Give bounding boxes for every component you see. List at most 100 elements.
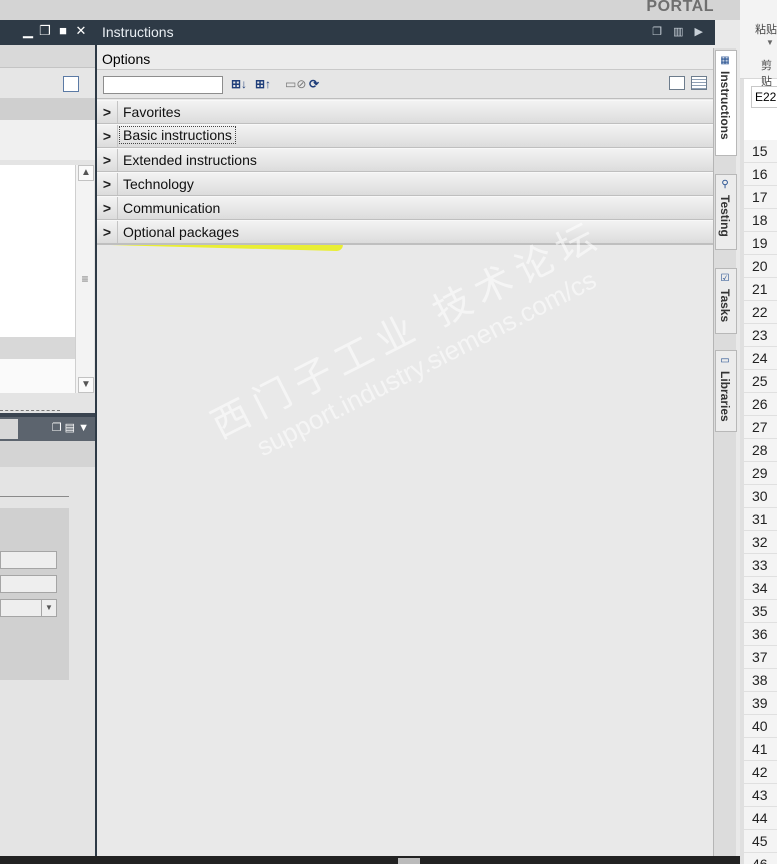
row-number[interactable]: 20 (744, 255, 777, 278)
clipboard-label: 剪贴 (761, 60, 772, 88)
palette-technology[interactable]: > Technology (97, 172, 715, 197)
row-number[interactable]: 18 (744, 209, 777, 232)
search-down-icon[interactable]: ⊞↓ (231, 76, 247, 92)
row-number[interactable]: 45 (744, 830, 777, 853)
row-number[interactable]: 41 (744, 738, 777, 761)
row-number[interactable]: 23 (744, 324, 777, 347)
row-number[interactable]: 36 (744, 623, 777, 646)
name-box[interactable]: E22 (751, 86, 777, 108)
palette-label: Favorites (123, 104, 181, 120)
property-field[interactable] (0, 575, 57, 593)
chevron-right-icon[interactable]: > (97, 125, 118, 147)
bottom-taskbar (0, 856, 740, 864)
portal-label: PORTAL (646, 0, 714, 15)
property-field[interactable] (0, 551, 57, 569)
tab-label: Tasks (718, 289, 732, 323)
row-number[interactable]: 33 (744, 554, 777, 577)
row-number[interactable]: 40 (744, 715, 777, 738)
left-vertical-scrollbar[interactable]: ▲ ≡ ▼ (75, 165, 94, 393)
left-editor-pane: ▁ ❐ ■ ✕ ▲ ≡ ▼ ❐ ▤ ▼ ▼ (0, 20, 95, 856)
row-number[interactable]: 39 (744, 692, 777, 715)
tab-instructions[interactable]: ▦ Instructions (715, 50, 737, 156)
panel-menu-icon[interactable]: ❐ ▤ ▼ (52, 421, 89, 434)
row-number[interactable]: 42 (744, 761, 777, 784)
left-toolbar-row (0, 45, 95, 68)
row-number[interactable]: 34 (744, 577, 777, 600)
instructions-icon: ▦ (720, 55, 730, 66)
chevron-down-icon[interactable]: ▼ (41, 600, 56, 616)
row-number[interactable]: 26 (744, 393, 777, 416)
portal-header-strip: PORTAL (0, 0, 740, 20)
filter-icon[interactable]: ▭⊘ (285, 76, 306, 92)
task-card-tabs: ▦ Instructions ⚲ Testing ☑ Tasks ▭ Libra… (713, 48, 737, 856)
instructions-toolbar: ⊞↓ ⊞↑ ▭⊘ ⟳ (97, 70, 715, 99)
palette-communication[interactable]: > Communication (97, 196, 715, 221)
row-number[interactable]: 21 (744, 278, 777, 301)
panel-controls-icon[interactable]: ❐ ▥ ▶ (652, 25, 707, 38)
row-number[interactable]: 46 (744, 853, 777, 864)
view-single-icon[interactable] (669, 76, 685, 90)
taskbar-item[interactable] (398, 858, 420, 864)
row-number[interactable]: 19 (744, 232, 777, 255)
left-window-titlebar: ▁ ❐ ■ ✕ (0, 20, 95, 45)
tab-label: Instructions (718, 71, 732, 140)
row-number[interactable]: 32 (744, 531, 777, 554)
close-icon[interactable]: ✕ (74, 24, 88, 38)
tab-testing[interactable]: ⚲ Testing (715, 174, 737, 250)
options-bar[interactable]: Options (97, 45, 715, 70)
inspector-tab[interactable] (0, 419, 18, 439)
tasks-icon: ☑ (720, 273, 730, 284)
excel-window-fragment: 粘贴 ▼ 剪贴 E22 15 16 17 18 19 20 21 22 23 24 25 26 27 28… (740, 0, 777, 864)
chevron-right-icon[interactable]: > (97, 221, 118, 243)
palette-label: Extended instructions (123, 152, 257, 168)
window-layout-icon[interactable] (63, 76, 79, 92)
restore-icon[interactable]: ❐ (38, 24, 52, 38)
search-up-icon[interactable]: ⊞↑ (255, 76, 271, 92)
tab-tasks[interactable]: ☑ Tasks (715, 268, 737, 334)
row-number[interactable]: 43 (744, 784, 777, 807)
scroll-down-icon[interactable]: ▼ (78, 377, 94, 393)
row-number[interactable]: 15 (744, 140, 777, 163)
minimize-icon[interactable]: ▁ (21, 24, 35, 38)
row-number[interactable]: 22 (744, 301, 777, 324)
row-number[interactable]: 29 (744, 462, 777, 485)
tab-libraries[interactable]: ▭ Libraries (715, 350, 737, 432)
chevron-right-icon[interactable]: > (97, 101, 118, 123)
row-number[interactable]: 44 (744, 807, 777, 830)
row-number[interactable]: 24 (744, 347, 777, 370)
divider (0, 496, 69, 497)
palette-basic-instructions[interactable]: > Basic instructions (97, 124, 715, 149)
scroll-grip-icon[interactable]: ≡ (77, 267, 93, 291)
row-number[interactable]: 35 (744, 600, 777, 623)
refresh-icon[interactable]: ⟳ (309, 76, 319, 92)
row-number[interactable]: 30 (744, 485, 777, 508)
chevron-right-icon[interactable]: > (97, 173, 118, 195)
row-number[interactable]: 17 (744, 186, 777, 209)
palette-favorites[interactable]: > Favorites (97, 100, 715, 125)
zoom-slider[interactable] (0, 396, 60, 411)
scroll-up-icon[interactable]: ▲ (78, 165, 94, 181)
row-number[interactable]: 16 (744, 163, 777, 186)
palette-label: Technology (123, 176, 194, 192)
excel-ribbon: 粘贴 ▼ 剪贴 (740, 0, 777, 88)
view-list-icon[interactable] (691, 76, 707, 90)
maximize-icon[interactable]: ■ (56, 24, 70, 38)
left-list-area[interactable] (0, 165, 75, 337)
row-number[interactable]: 25 (744, 370, 777, 393)
chevron-right-icon[interactable]: > (97, 197, 118, 219)
row-headers: 15 16 17 18 19 20 21 22 23 24 25 26 27 28 29 30 31 32 33 34… (744, 140, 777, 864)
palette-label: Communication (123, 200, 221, 216)
search-input[interactable] (103, 76, 223, 94)
property-select[interactable]: ▼ (0, 599, 57, 617)
row-number[interactable]: 38 (744, 669, 777, 692)
chevron-down-icon[interactable]: ▼ (766, 38, 774, 47)
palette-extended-instructions[interactable]: > Extended instructions (97, 148, 715, 173)
row-number[interactable]: 28 (744, 439, 777, 462)
chevron-right-icon[interactable]: > (97, 149, 118, 171)
row-number[interactable]: 27 (744, 416, 777, 439)
row-number[interactable]: 37 (744, 646, 777, 669)
paste-button[interactable]: 粘贴 (755, 21, 777, 37)
row-number[interactable]: 31 (744, 508, 777, 531)
left-list-area-2[interactable] (0, 359, 75, 393)
palette-optional-packages[interactable]: > Optional packages (97, 220, 715, 245)
